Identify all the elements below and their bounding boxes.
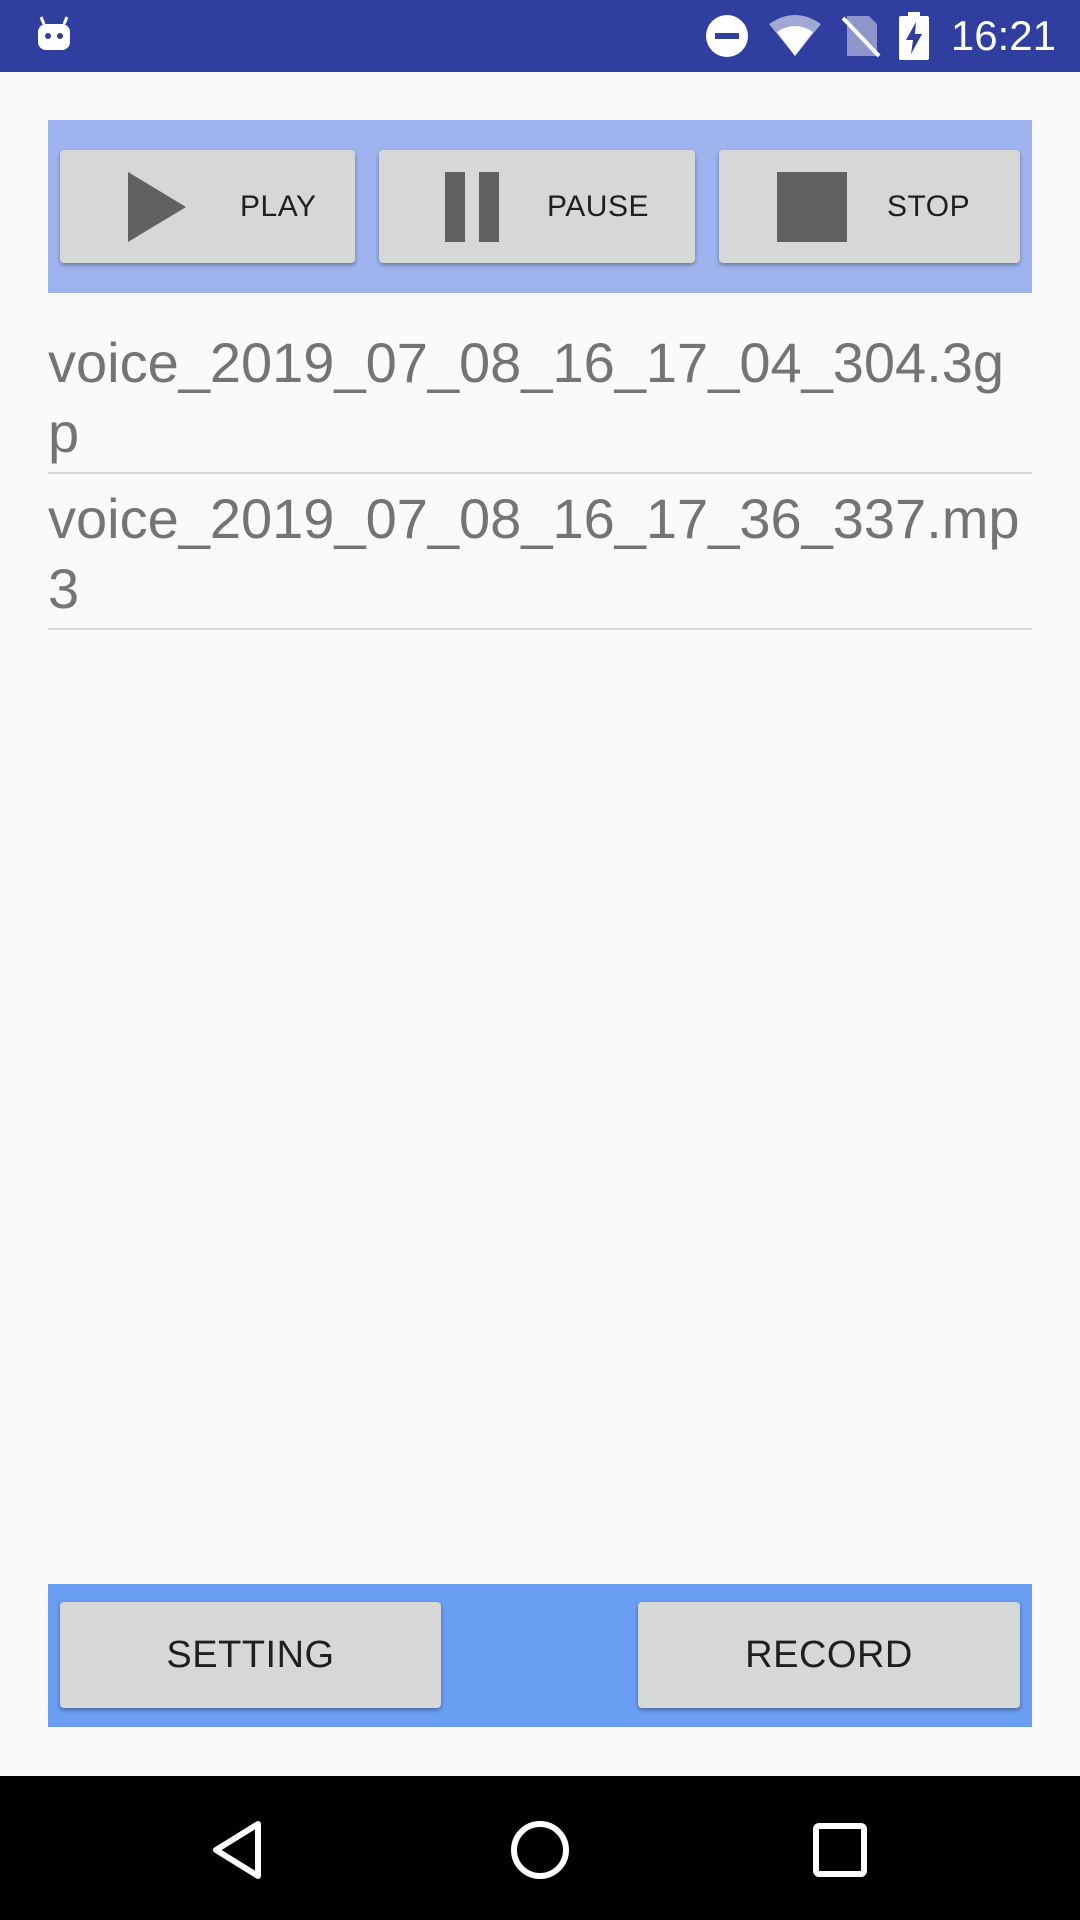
pause-label: PAUSE	[547, 190, 649, 223]
player-controls-panel: PLAY PAUSE STOP	[48, 120, 1032, 293]
list-item[interactable]: voice_2019_07_08_16_17_36_337.mp3	[48, 474, 1032, 630]
recents-icon[interactable]	[808, 1818, 872, 1882]
stop-icon	[777, 172, 847, 242]
status-icons: 16:21	[705, 0, 1056, 72]
play-button[interactable]: PLAY	[60, 150, 355, 263]
file-name: voice_2019_07_08_16_17_04_304.3gp	[48, 331, 1005, 464]
home-icon[interactable]	[508, 1818, 572, 1882]
do-not-disturb-icon	[705, 15, 748, 57]
android-notification-icon	[38, 16, 70, 50]
pause-button[interactable]: PAUSE	[379, 150, 695, 263]
list-item[interactable]: voice_2019_07_08_16_17_04_304.3gp	[48, 320, 1032, 474]
status-time: 16:21	[950, 12, 1056, 59]
stop-button[interactable]: STOP	[719, 150, 1020, 263]
no-sim-icon	[841, 16, 881, 58]
pause-icon	[445, 172, 499, 242]
back-icon[interactable]	[208, 1818, 272, 1882]
record-button[interactable]: RECORD	[638, 1602, 1020, 1708]
stop-label: STOP	[887, 190, 971, 223]
navigation-bar	[0, 1776, 1080, 1920]
play-label: PLAY	[240, 190, 317, 223]
battery-charging-icon	[898, 12, 929, 60]
setting-button[interactable]: SETTING	[60, 1602, 441, 1708]
recordings-list: voice_2019_07_08_16_17_04_304.3gp voice_…	[48, 320, 1032, 630]
status-bar: 16:21	[0, 0, 1080, 72]
wifi-icon	[768, 15, 821, 56]
bottom-actions-panel: SETTING RECORD	[48, 1584, 1032, 1727]
play-icon	[128, 172, 186, 242]
file-name: voice_2019_07_08_16_17_36_337.mp3	[48, 487, 1020, 620]
